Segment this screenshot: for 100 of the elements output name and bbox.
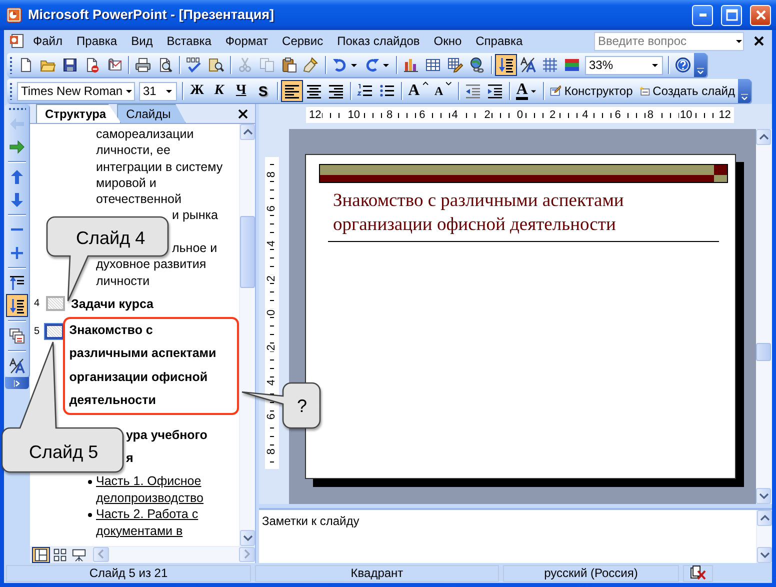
paintbrush-icon — [303, 57, 319, 73]
scroll-up-button[interactable] — [756, 129, 771, 145]
help-icon — [675, 57, 691, 73]
zoom-combo[interactable]: 33% — [585, 56, 663, 74]
align-left-button[interactable] — [281, 80, 304, 102]
caret-icon — [652, 63, 659, 68]
ruler-number: 0 — [516, 110, 524, 120]
minimize-button[interactable] — [692, 4, 713, 26]
bullet-dot-icon — [88, 480, 92, 484]
expand-all-button[interactable] — [495, 54, 517, 76]
scroll-thumb[interactable] — [240, 216, 255, 288]
menu-item[interactable]: Сервис — [275, 32, 330, 50]
app-logo-icon — [6, 7, 22, 23]
ruler-number: 8 — [266, 170, 278, 178]
font-size-combo[interactable]: 31 — [139, 82, 178, 100]
up-caret-icon — [422, 81, 429, 86]
outline-text: мировой и — [96, 176, 156, 190]
bar-chart-icon — [403, 57, 419, 73]
font-name-combo[interactable]: Times New Roman — [17, 82, 135, 100]
pane-tab[interactable]: Структура — [36, 104, 122, 123]
close-button[interactable] — [750, 4, 771, 26]
scroll-up-button[interactable] — [240, 124, 255, 140]
menu-item[interactable]: Файл — [26, 32, 70, 50]
toolbar-grip-handle[interactable] — [7, 82, 15, 100]
ruler-number: 2 — [266, 274, 278, 282]
ruler-number: 8 — [266, 448, 278, 456]
menu-item[interactable]: Правка — [70, 32, 124, 50]
outline-text: личности — [96, 274, 150, 288]
shrink-font-button[interactable]: A — [432, 80, 456, 102]
maximize-button[interactable] — [721, 4, 742, 26]
ruler-number: 8 — [385, 110, 394, 120]
scroll-down-button[interactable] — [757, 547, 772, 563]
callout-text: Слайд 4 — [76, 227, 146, 249]
align-center-icon — [306, 83, 322, 99]
ruler-number: 12 — [718, 110, 732, 120]
menu-item[interactable]: Показ слайдов — [330, 32, 427, 50]
pane-tab[interactable]: Слайды — [117, 104, 186, 123]
projector-screen-button[interactable] — [70, 546, 88, 562]
menu-item[interactable]: Вид — [124, 32, 160, 50]
design-template-button[interactable]: Конструктор — [546, 80, 636, 102]
menu-item[interactable]: Вставка — [160, 32, 218, 50]
toolbar-options-button[interactable] — [694, 53, 707, 77]
normal-view-button[interactable] — [32, 546, 50, 562]
grow-font-button[interactable]: A — [405, 80, 432, 102]
slide-sorter-icon — [53, 548, 67, 562]
menu-item[interactable]: Окно — [426, 32, 469, 50]
slide-icon[interactable] — [45, 324, 64, 339]
slide-sorter-button[interactable] — [51, 546, 69, 562]
toolbar-grip-handle[interactable] — [7, 56, 15, 74]
ruler-number: 2 — [548, 110, 557, 120]
italic-button[interactable]: К — [208, 80, 230, 102]
outline-text: интеграции в систему — [96, 160, 223, 174]
help-question-field[interactable]: Введите вопрос — [594, 32, 744, 50]
vertical-scrollbar[interactable] — [239, 124, 255, 546]
up-chevron-icon — [760, 514, 770, 522]
expand-all-button[interactable] — [6, 294, 28, 317]
minimize-icon — [698, 13, 706, 17]
close-document-button[interactable] — [752, 34, 766, 48]
scroll-thumb[interactable] — [756, 343, 771, 361]
text-formatting-icon — [520, 57, 536, 73]
menu-item[interactable]: Справка — [468, 32, 530, 50]
redo-arrow-icon — [364, 57, 380, 73]
status-text: русский (Россия) — [503, 564, 679, 582]
ruler-number: 4 — [450, 110, 459, 120]
outline-bullet-text: Часть 1. Офисное делопроизводство — [96, 472, 205, 506]
expand-all-icon — [498, 57, 514, 73]
left-arrow-icon — [9, 116, 25, 132]
caret-icon — [351, 62, 358, 68]
caret-icon — [530, 88, 537, 94]
scroll-down-button[interactable] — [756, 488, 771, 504]
toolbar-grip-handle[interactable] — [8, 106, 26, 112]
scroll-down-button[interactable] — [240, 530, 255, 546]
ruler-number: 10 — [678, 110, 694, 120]
text-shadow-button[interactable]: S — [252, 80, 274, 102]
vertical-scrollbar[interactable] — [756, 129, 772, 504]
underline-button[interactable]: Ч — [230, 80, 252, 102]
grid-icon — [542, 57, 558, 73]
book-magnifier-icon — [208, 57, 224, 73]
toolbar-options-button[interactable] — [5, 377, 29, 389]
vertical-scrollbar[interactable] — [756, 510, 772, 563]
ruler-number: 10 — [346, 110, 361, 120]
status-text: Квадрант — [255, 564, 499, 582]
font-color-button[interactable]: A — [513, 80, 540, 102]
menu-item[interactable]: Формат — [218, 32, 276, 50]
callout-text: Слайд 5 — [29, 441, 98, 463]
expand-all-icon — [9, 298, 25, 314]
up-chevron-icon — [758, 133, 768, 141]
chevron-icon — [697, 68, 704, 74]
text-formatting-icon — [9, 358, 25, 374]
plus-icon — [9, 244, 25, 260]
bold-button[interactable]: Ж — [186, 80, 208, 102]
clipboard-icon — [281, 57, 297, 73]
increase-indent-icon — [487, 83, 504, 99]
caret-icon — [383, 62, 390, 68]
document-menu-icon — [8, 33, 26, 49]
stacked-slides-icon — [9, 328, 25, 344]
right-arrow-icon — [9, 138, 25, 154]
new-slide-button[interactable]: Создать слайд — [636, 80, 738, 102]
scroll-up-button[interactable] — [757, 510, 772, 526]
toolbar-options-button[interactable] — [738, 79, 751, 103]
